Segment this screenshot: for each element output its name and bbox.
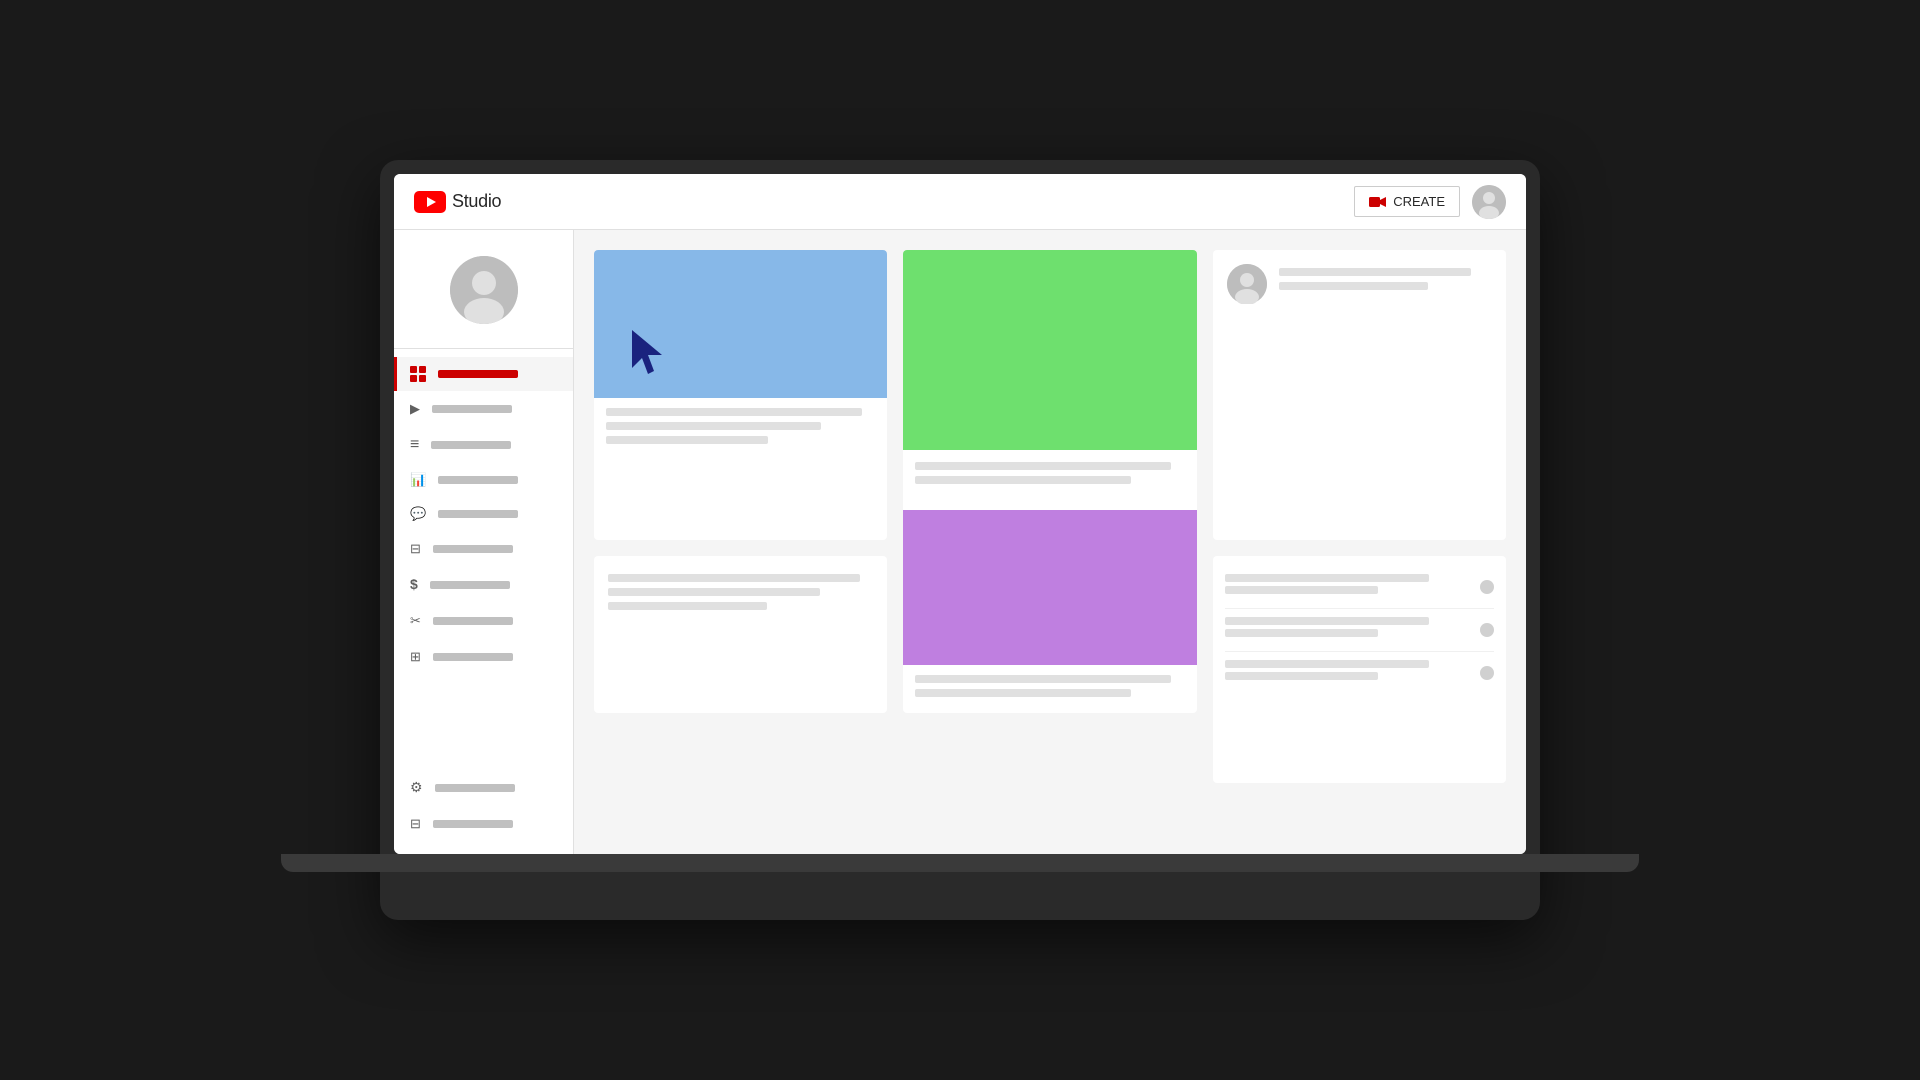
card-2-thumbnail [903,250,1196,450]
sidebar-bottom [394,770,573,842]
list-row-1-line-1 [1225,574,1429,582]
sidebar-item-settings[interactable] [394,770,573,806]
header: Studio CREATE [394,174,1526,230]
sidebar-item-playlists[interactable] [394,427,573,463]
card-1[interactable] [594,250,887,540]
list-row-1-lines [1225,574,1480,600]
sidebar-avatar-icon [450,256,518,324]
sidebar-item-analytics[interactable]: 📊 [394,463,573,497]
customize-icon [410,612,421,630]
laptop-base [281,854,1639,872]
screen: Studio CREATE [394,174,1526,854]
list-icon [410,436,419,454]
card-1-line-2 [606,422,821,430]
sidebar-label-feedback [433,820,513,828]
card-1-body [594,398,887,460]
header-left: Studio [414,191,501,213]
cursor-icon [630,328,672,378]
list-row-2-line-2 [1225,629,1378,637]
sidebar-item-audio-library[interactable] [394,639,573,675]
header-right: CREATE [1354,185,1506,219]
dashboard-icon [410,366,426,382]
sidebar-avatar[interactable] [450,256,518,324]
chart-icon: 📊 [410,472,426,488]
user-avatar-icon [1472,185,1506,219]
card-3-line-1 [1279,268,1471,276]
card-1-line-1 [606,408,862,416]
list-dot-1 [1480,580,1494,594]
subtitle-icon [410,540,421,558]
card-6[interactable] [1213,556,1506,784]
sidebar-label-monetization [430,581,510,589]
card-2[interactable] [903,250,1196,713]
sidebar-item-content[interactable] [394,391,573,427]
card-2-line-3 [915,675,1171,683]
library-icon [410,648,421,666]
sidebar-divider [394,348,573,349]
card-4-line-1 [608,574,860,582]
card-3-lines [1279,264,1492,296]
card-1-line-3 [606,436,768,444]
studio-label: Studio [452,191,501,212]
list-row-2-lines [1225,617,1480,643]
sidebar-label-playlists [431,441,511,449]
settings-icon [410,779,423,797]
card-1-thumbnail [594,250,887,398]
sidebar-label-comments [438,510,518,518]
sidebar-item-dashboard[interactable] [394,357,573,391]
card-2-line-1 [915,462,1171,470]
sidebar-item-comments[interactable]: 💬 [394,497,573,531]
sidebar-profile-section [394,242,573,348]
list-dot-2 [1480,623,1494,637]
list-row-2-line-1 [1225,617,1429,625]
create-label: CREATE [1393,194,1445,209]
list-row-2 [1225,609,1494,652]
list-row-1 [1225,566,1494,609]
card-4-line-2 [608,588,820,596]
list-row-3-lines [1225,660,1480,686]
sidebar: 📊 💬 [394,230,574,854]
sidebar-label-settings [435,784,515,792]
sidebar-label-audio-library [433,653,513,661]
content-area [574,230,1526,854]
sidebar-item-subtitles[interactable] [394,531,573,567]
youtube-icon [414,191,446,213]
list-row-1-line-2 [1225,586,1378,594]
list-dot-3 [1480,666,1494,680]
card-2-body-2 [903,665,1196,713]
youtube-studio-logo: Studio [414,191,501,213]
comment-icon: 💬 [410,506,426,522]
laptop-frame: Studio CREATE [380,160,1540,920]
card-3-line-2 [1279,282,1428,290]
create-button[interactable]: CREATE [1354,186,1460,217]
sidebar-item-monetization[interactable] [394,567,573,603]
card-3-avatar-icon [1227,264,1267,304]
list-row-3-line-2 [1225,672,1378,680]
list-row-3 [1225,652,1494,694]
card-2-line-2 [915,476,1130,484]
sidebar-label-subtitles [433,545,513,553]
card-2-body [903,450,1196,502]
sidebar-label-dashboard [438,370,518,378]
user-avatar[interactable] [1472,185,1506,219]
card-4[interactable] [594,556,887,714]
sidebar-label-analytics [438,476,518,484]
sidebar-label-content [432,405,512,413]
dollar-icon [410,576,418,594]
video-icon [410,400,420,418]
card-4-line-3 [608,602,767,610]
sidebar-item-feedback[interactable] [394,806,573,842]
sidebar-label-customization [433,617,513,625]
main-layout: 📊 💬 [394,230,1526,854]
card-2-thumb-purple [903,510,1196,665]
card-3-avatar [1227,264,1267,304]
list-row-3-line-1 [1225,660,1429,668]
sidebar-item-customization[interactable] [394,603,573,639]
feedback-icon [410,815,421,833]
card-3[interactable] [1213,250,1506,540]
card-2-line-4 [915,689,1130,697]
camera-icon [1369,195,1387,209]
